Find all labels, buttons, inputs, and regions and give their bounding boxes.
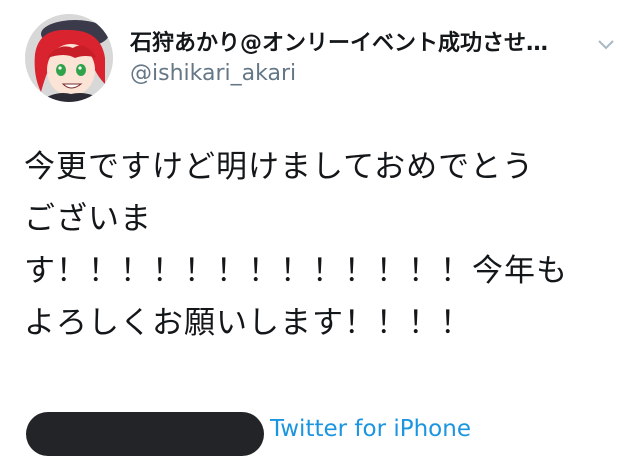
- chevron-down-icon[interactable]: [596, 38, 616, 52]
- display-name[interactable]: 石狩あかり@オンリーイベント成功させ…: [130, 25, 580, 57]
- tweet-text-line: す！！！！！！！！！！！！！今年も: [24, 253, 568, 289]
- user-handle[interactable]: @ishikari_akari: [130, 61, 296, 86]
- anime-avatar-icon: [25, 14, 113, 102]
- tweet-text-line: 今更ですけど明けましておめでとう: [24, 149, 535, 185]
- tweet-text-line: よろしくお願いします！！！！: [24, 305, 472, 341]
- tweet-text-line: ございま: [24, 201, 152, 237]
- tweet-footer: Twitter for iPhone: [0, 400, 640, 471]
- source-link[interactable]: Twitter for iPhone: [270, 416, 471, 442]
- redacted-timestamp: [26, 412, 264, 456]
- avatar[interactable]: [25, 14, 113, 102]
- tweet-header: 石狩あかり@オンリーイベント成功させ… @ishikari_akari: [0, 0, 640, 120]
- tweet-text: 今更ですけど明けましておめでとう ございま す！！！！！！！！！！！！！今年も …: [24, 141, 624, 349]
